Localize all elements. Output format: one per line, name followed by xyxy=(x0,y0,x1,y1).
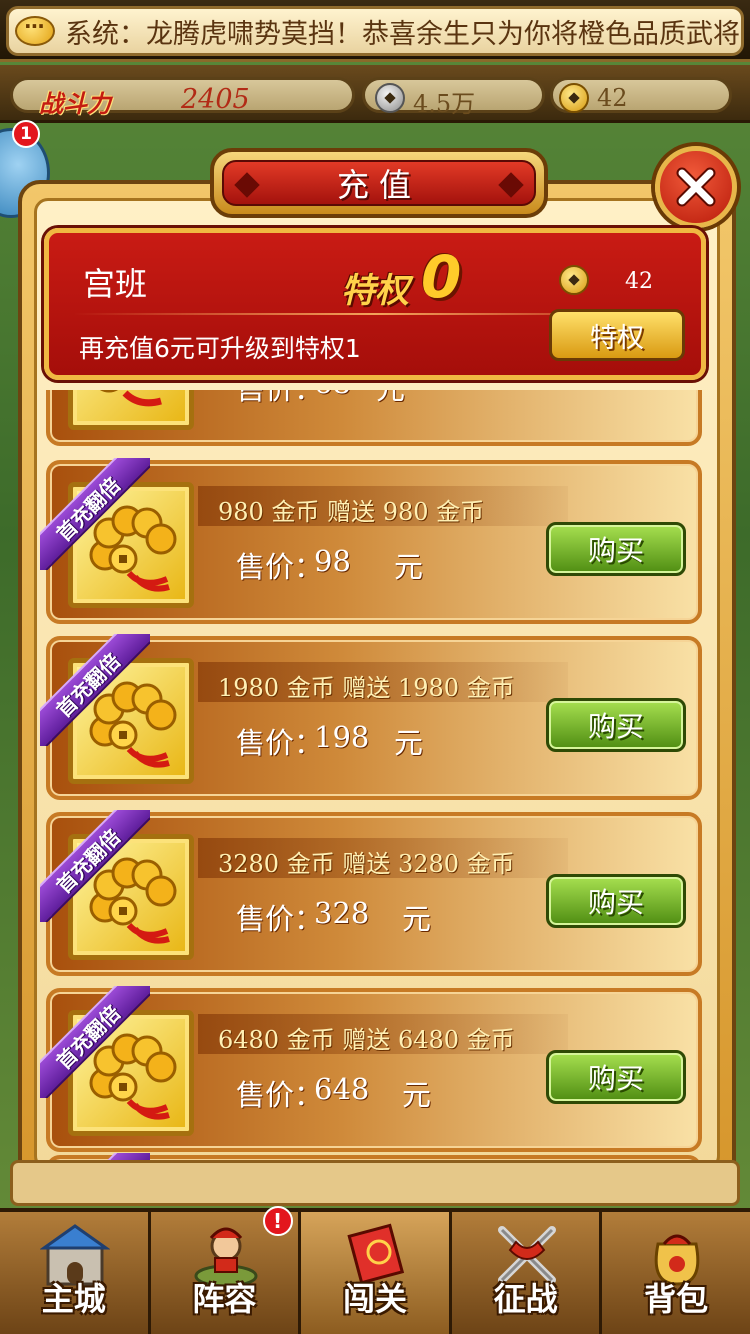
gold-value: 42 xyxy=(597,84,628,112)
price-unit: 元 xyxy=(376,390,405,408)
notification-badge: 1 xyxy=(12,120,40,148)
marquee-text: 系统：龙腾虎啸势莫挡！恭喜余生只为你将橙色品质武将吕 xyxy=(65,18,744,50)
gold-coin-icon xyxy=(559,265,589,295)
combat-power-label: 战斗力 xyxy=(39,90,111,118)
price-value: 98 xyxy=(314,544,351,578)
product-item: 首充翻倍 980 金币 赠送 980 金币 售价： 98 元 购买 xyxy=(40,458,702,624)
price-label: 售价： xyxy=(236,390,323,408)
nav-item-main-city[interactable]: 主城 xyxy=(0,1212,151,1334)
nav-label: 阵容 xyxy=(192,1280,257,1318)
stage-info-strip xyxy=(10,1160,740,1206)
player-name: 宫班 xyxy=(83,265,148,303)
privilege-panel: 宫班 特权 0 42 再充值6元可升级到特权1 特权 xyxy=(44,228,706,380)
chat-bubble-icon[interactable] xyxy=(15,14,55,46)
nav-label: 背包 xyxy=(644,1280,709,1318)
product-title: 3280 金币 赠送 3280 金币 xyxy=(218,850,515,878)
alert-badge: ! xyxy=(262,1206,293,1236)
product-title: 1980 金币 赠送 1980 金币 xyxy=(218,674,515,702)
product-item: 首充翻倍 3280 金币 赠送 3280 金币 售价： 328 元 购买 xyxy=(40,810,702,976)
price-label: 售价： xyxy=(236,550,324,584)
dialog-title: 充值 xyxy=(336,166,421,204)
silver-coin-icon xyxy=(375,83,405,113)
system-marquee: 系统：龙腾虎啸势莫挡！恭喜余生只为你将橙色品质武将吕 xyxy=(0,0,750,62)
product-title: 980 金币 赠送 980 金币 xyxy=(218,498,485,526)
gold-coins-thumbnail xyxy=(68,658,194,784)
silver-panel[interactable]: 4.5万 xyxy=(362,77,545,118)
buy-button[interactable]: 购买 xyxy=(546,522,686,576)
product-list[interactable]: 售价： 68 元 首充翻倍 980 金币 赠送 980 金币 售价： 98 元 … xyxy=(40,390,710,1160)
first-recharge-ribbon xyxy=(40,1153,150,1160)
coin-string-icon xyxy=(89,681,177,768)
price-label: 售价： xyxy=(236,902,324,936)
buy-button[interactable]: 购买 xyxy=(546,1050,686,1104)
close-button[interactable] xyxy=(655,146,737,228)
nav-label: 征战 xyxy=(493,1280,558,1318)
price-unit: 元 xyxy=(402,1078,432,1112)
buy-button[interactable]: 购买 xyxy=(546,874,686,928)
product-item: 售价： 68 元 xyxy=(46,390,702,446)
privilege-button[interactable]: 特权 xyxy=(549,309,685,361)
gold-coins-thumbnail xyxy=(68,482,194,608)
dialog-title-plate: 充值 xyxy=(210,148,548,218)
bottom-nav: 主城 ! 阵容 闯关 征战 背包 xyxy=(0,1206,750,1334)
status-bar: 战斗力 2405 4.5万 42 xyxy=(0,65,750,123)
price-unit: 元 xyxy=(394,550,424,584)
close-icon xyxy=(676,167,716,207)
price-value: 648 xyxy=(314,1072,370,1106)
combat-power-panel: 战斗力 2405 xyxy=(10,77,355,118)
price-label: 售价： xyxy=(236,726,324,760)
coin-string-icon xyxy=(89,505,177,592)
nav-item-stage[interactable]: 闯关 xyxy=(301,1212,452,1334)
privilege-level: 0 xyxy=(421,243,462,311)
upgrade-hint: 再充值6元可升级到特权1 xyxy=(79,334,361,363)
product-title: 6480 金币 赠送 6480 金币 xyxy=(218,1026,515,1054)
nav-label: 主城 xyxy=(41,1280,106,1318)
nav-item-lineup[interactable]: ! 阵容 xyxy=(150,1206,302,1334)
nav-item-bag[interactable]: 背包 xyxy=(602,1212,750,1334)
gold-panel[interactable]: 42 xyxy=(550,77,732,113)
price-value: 198 xyxy=(314,720,370,754)
price-unit: 元 xyxy=(402,902,432,936)
dialog-title-inner: 充值 xyxy=(222,160,536,206)
nav-item-campaign[interactable]: 征战 xyxy=(451,1212,603,1334)
coin-string-icon xyxy=(89,1033,177,1120)
nav-label: 闯关 xyxy=(342,1280,407,1318)
coin-string-icon xyxy=(99,390,162,407)
price-value: 328 xyxy=(314,896,370,930)
buy-button[interactable]: 购买 xyxy=(546,698,686,752)
privilege-gold-value: 42 xyxy=(625,269,653,294)
gold-coin-icon xyxy=(559,83,589,113)
silver-value: 4.5万 xyxy=(413,90,476,118)
product-item: 首充翻倍 6480 金币 赠送 6480 金币 售价： 648 元 购买 xyxy=(40,986,702,1152)
product-item: 首充翻倍 1980 金币 赠送 1980 金币 售价： 198 元 购买 xyxy=(40,634,702,800)
gold-coins-thumbnail xyxy=(68,834,194,960)
coin-string-icon xyxy=(89,857,177,944)
price-unit: 元 xyxy=(394,726,424,760)
privilege-tag: 特权 xyxy=(341,271,409,311)
marquee-box: 系统：龙腾虎啸势莫挡！恭喜余生只为你将橙色品质武将吕 xyxy=(6,6,744,56)
price-label: 售价： xyxy=(236,1078,324,1112)
combat-power-value: 2405 xyxy=(181,84,250,115)
gold-coins-thumbnail xyxy=(68,390,194,430)
price-value: 68 xyxy=(314,390,351,400)
gold-coins-thumbnail xyxy=(68,1010,194,1136)
